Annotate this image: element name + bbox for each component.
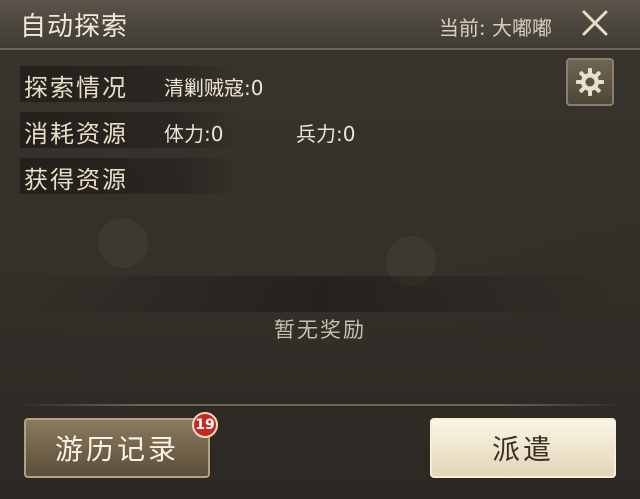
troops-value: 0 bbox=[342, 122, 356, 146]
reward-area: 暂无奖励 bbox=[20, 196, 620, 396]
auto-explore-panel: 自动探索 当前: 大嘟嘟 探索情况 清剿贼寇:0 消耗资源 体力:0 兵力:0 … bbox=[0, 0, 640, 499]
stamina-label: 体力: bbox=[164, 122, 211, 146]
reward-strip bbox=[20, 276, 620, 312]
bandits-label: 清剿贼寇: bbox=[164, 76, 251, 100]
bandits-value: 0 bbox=[250, 76, 264, 100]
dispatch-button[interactable]: 派遣 bbox=[430, 418, 616, 478]
panel-header: 自动探索 当前: 大嘟嘟 bbox=[0, 0, 640, 50]
dispatch-label: 派遣 bbox=[491, 433, 554, 466]
travel-log-button[interactable]: 游历记录 bbox=[24, 418, 210, 478]
troops-label: 兵力: bbox=[296, 122, 343, 146]
faded-token-icon bbox=[98, 218, 148, 268]
consume-label: 消耗资源 bbox=[24, 120, 128, 148]
obtain-label: 获得资源 bbox=[24, 166, 128, 194]
travel-log-label: 游历记录 bbox=[54, 433, 179, 466]
gear-icon bbox=[576, 68, 604, 96]
current-commander: 当前: 大嘟嘟 bbox=[438, 16, 552, 40]
obtain-label-box: 获得资源 bbox=[20, 158, 240, 194]
stamina-value: 0 bbox=[210, 122, 224, 146]
troops-stat: 兵力:0 bbox=[296, 118, 355, 147]
stamina-stat: 体力:0 bbox=[164, 118, 223, 147]
close-button[interactable] bbox=[578, 6, 612, 40]
bandits-cleared: 清剿贼寇:0 bbox=[164, 72, 263, 101]
no-reward-text: 暂无奖励 bbox=[274, 318, 366, 342]
close-icon bbox=[582, 10, 608, 36]
explore-status-label: 探索情况 bbox=[24, 74, 128, 102]
footer-divider bbox=[16, 404, 624, 406]
notification-badge: 19 bbox=[192, 412, 218, 438]
settings-button[interactable] bbox=[566, 58, 614, 106]
panel-title: 自动探索 bbox=[20, 12, 129, 42]
